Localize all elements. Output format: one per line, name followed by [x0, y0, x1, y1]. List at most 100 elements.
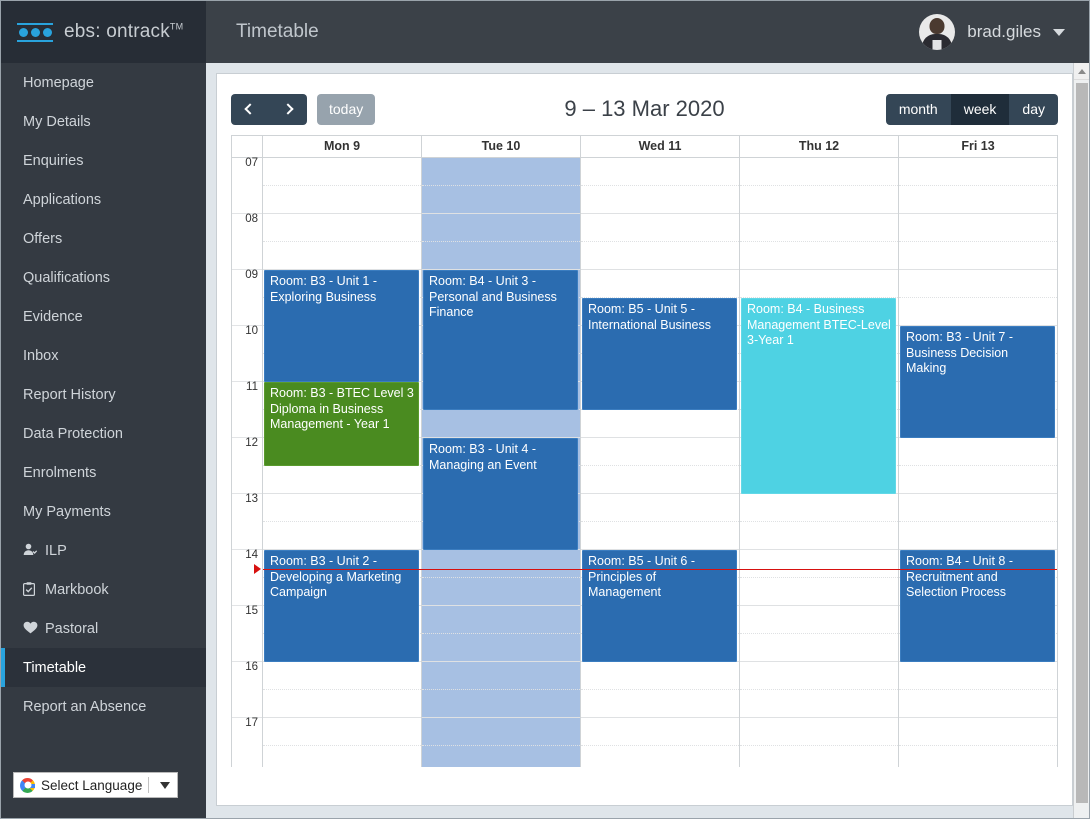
language-selector-wrapper: Select Language [13, 772, 179, 798]
time-slot-label: 15 [232, 605, 262, 662]
time-slot-label: 09 [232, 269, 262, 326]
caret-down-icon [160, 781, 171, 789]
view-button-month[interactable]: month [885, 93, 951, 125]
sidebar-item-label: Enrolments [23, 464, 97, 481]
day-column-mon[interactable]: Room: B3 - Unit 1 - Exploring Business R… [263, 158, 422, 767]
sidebar-item-report-history[interactable]: Report History [1, 375, 206, 414]
sidebar-item-label: Evidence [23, 308, 83, 325]
sidebar-item-label: Qualifications [23, 269, 111, 286]
day-column-wed[interactable]: Room: B5 - Unit 5 - International Busine… [581, 158, 740, 767]
sidebar-item-label: Report an Absence [23, 698, 147, 715]
calendar-event[interactable]: Room: B5 - Unit 6 - Principles of Manage… [582, 550, 737, 662]
sidebar-item-qualifications[interactable]: Qualifications [1, 258, 206, 297]
calendar-event[interactable]: Room: B3 - Unit 2 - Developing a Marketi… [264, 550, 419, 662]
sidebar-item-label: Applications [23, 191, 102, 208]
chevron-left-icon [244, 103, 256, 115]
sidebar-item-markbook[interactable]: Markbook [1, 570, 206, 609]
time-slot-label: 10 [232, 325, 262, 382]
user-menu[interactable]: brad.giles [919, 1, 1089, 63]
time-slot-label: 08 [232, 213, 262, 270]
timetable-card: today 9 – 13 Mar 2020 month week day Mon… [216, 73, 1073, 806]
sidebar-item-inbox[interactable]: Inbox [1, 336, 206, 375]
sidebar-item-report-an-absence[interactable]: Report an Absence [1, 687, 206, 726]
sidebar-item-label: Pastoral [45, 620, 99, 637]
page-scrollbar[interactable] [1073, 63, 1089, 818]
time-gutter-header [232, 136, 263, 158]
time-slot-label: 14 [232, 549, 262, 606]
sidebar-item-evidence[interactable]: Evidence [1, 297, 206, 336]
sidebar-item-label: Report History [23, 386, 116, 403]
calendar-event[interactable]: Room: B3 - Unit 1 - Exploring Business [264, 270, 419, 382]
calendar-grid: Mon 9 Tue 10 Wed 11 Thu 12 Fri 13 07 08 … [231, 135, 1058, 767]
sidebar-item-label: Inbox [23, 347, 59, 364]
day-columns: Room: B3 - Unit 1 - Exploring Business R… [263, 158, 1057, 767]
sidebar-navigation: Homepage My Details Enquiries Applicatio… [1, 63, 206, 818]
navigation-button-group [231, 93, 307, 125]
brand-logo[interactable]: ebs: ontrackTM [1, 1, 206, 63]
sidebar-item-offers[interactable]: Offers [1, 219, 206, 258]
time-gutter: 07 08 09 10 11 12 13 14 15 16 17 [232, 157, 263, 767]
sidebar-item-data-protection[interactable]: Data Protection [1, 414, 206, 453]
heart-icon [23, 621, 38, 636]
calendar-day-headers: Mon 9 Tue 10 Wed 11 Thu 12 Fri 13 [232, 136, 1057, 158]
sidebar-item-timetable[interactable]: Timetable [1, 648, 206, 687]
sidebar-item-my-details[interactable]: My Details [1, 102, 206, 141]
sidebar-item-homepage[interactable]: Homepage [1, 63, 206, 102]
time-slot-label: 17 [232, 717, 262, 767]
sidebar-item-label: ILP [45, 542, 67, 559]
day-column-tue[interactable]: Room: B4 - Unit 3 - Personal and Busines… [422, 158, 581, 767]
user-name-label: brad.giles [967, 22, 1041, 41]
today-button[interactable]: today [317, 93, 376, 125]
view-switcher: month week day [885, 93, 1058, 125]
select-language-label: Select Language [41, 777, 143, 793]
day-column-fri[interactable]: Room: B3 - Unit 7 - Business Decision Ma… [899, 158, 1057, 767]
day-header-mon[interactable]: Mon 9 [263, 136, 422, 158]
sidebar-item-ilp[interactable]: ILP [1, 531, 206, 570]
scrollbar-thumb[interactable] [1076, 83, 1088, 803]
day-header-thu[interactable]: Thu 12 [740, 136, 899, 158]
clipboard-icon [23, 581, 38, 598]
calendar-event[interactable]: Room: B4 - Unit 8 - Recruitment and Sele… [900, 550, 1055, 662]
sidebar-item-label: Markbook [45, 581, 109, 598]
arrow-up-icon [1077, 68, 1086, 74]
brand-name: ebs: ontrackTM [64, 21, 184, 42]
user-avatar-photo [919, 14, 956, 50]
day-header-fri[interactable]: Fri 13 [899, 136, 1057, 158]
time-slot-label: 07 [232, 157, 262, 214]
next-week-button[interactable] [269, 93, 307, 125]
select-language-dropdown[interactable]: Select Language [13, 772, 179, 798]
calendar-event[interactable]: Room: B3 - Unit 7 - Business Decision Ma… [900, 326, 1055, 438]
top-navigation-bar: ebs: ontrackTM Timetable brad.giles [1, 1, 1089, 63]
day-header-tue[interactable]: Tue 10 [422, 136, 581, 158]
previous-week-button[interactable] [231, 93, 269, 125]
trademark-symbol: TM [169, 21, 184, 32]
view-button-week[interactable]: week [950, 93, 1010, 125]
calendar-event[interactable]: Room: B5 - Unit 5 - International Busine… [582, 298, 737, 410]
sidebar-item-enquiries[interactable]: Enquiries [1, 141, 206, 180]
sidebar-item-pastoral[interactable]: Pastoral [1, 609, 206, 648]
person-icon [23, 543, 38, 558]
main-content-area: today 9 – 13 Mar 2020 month week day Mon… [206, 63, 1089, 818]
day-header-wed[interactable]: Wed 11 [581, 136, 740, 158]
page-title: Timetable [236, 21, 319, 42]
google-g-icon [20, 777, 35, 793]
sidebar-item-my-payments[interactable]: My Payments [1, 492, 206, 531]
calendar-event[interactable]: Room: B3 - BTEC Level 3 Diploma in Busin… [264, 382, 419, 466]
calendar-body: 07 08 09 10 11 12 13 14 15 16 17 Room: B… [232, 157, 1057, 767]
calendar-event[interactable]: Room: B4 - Unit 3 - Personal and Busines… [423, 270, 578, 410]
chevron-down-icon [1053, 28, 1065, 36]
calendar-event[interactable]: Room: B4 - Business Management BTEC-Leve… [741, 298, 896, 494]
time-slot-label: 16 [232, 661, 262, 718]
calendar-event[interactable]: Room: B3 - Unit 4 - Managing an Event [423, 438, 578, 550]
sidebar-item-label: Data Protection [23, 425, 123, 442]
day-column-thu[interactable]: Room: B4 - Business Management BTEC-Leve… [740, 158, 899, 767]
time-slot-label: 11 [232, 381, 262, 438]
time-slot-label: 13 [232, 493, 262, 550]
sidebar-item-label: My Payments [23, 503, 111, 520]
view-button-day[interactable]: day [1009, 93, 1058, 125]
sidebar-item-label: My Details [23, 113, 91, 130]
sidebar-item-enrolments[interactable]: Enrolments [1, 453, 206, 492]
scrollbar-up-button[interactable] [1074, 63, 1089, 80]
sidebar-item-applications[interactable]: Applications [1, 180, 206, 219]
divider [148, 777, 150, 793]
